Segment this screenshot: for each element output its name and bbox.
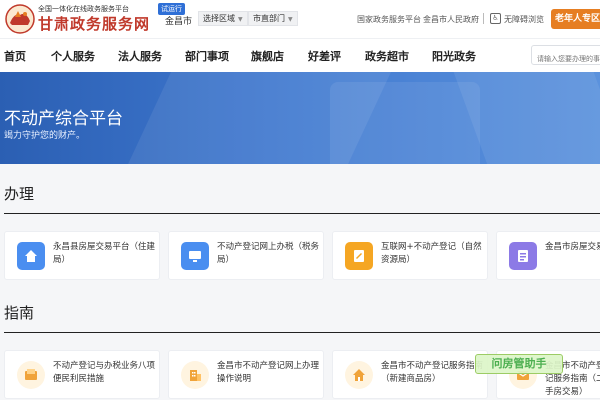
service-card-label: 金昌市房屋交易平台 [545, 242, 600, 252]
monitor-icon [181, 242, 209, 270]
guide-card[interactable]: 不动产登记与办税业务八项便民利民措施 [4, 350, 160, 399]
nav-item-gov-market[interactable]: 政务超市 [365, 48, 409, 64]
service-card-label: 永昌县房屋交易平台（住建局） [53, 242, 156, 265]
header-divider [483, 13, 484, 24]
national-platform-link[interactable]: 国家政务服务平台 [357, 14, 421, 25]
section-divider [4, 213, 600, 214]
nav-item-flagship[interactable]: 旗舰店 [251, 48, 284, 64]
service-card-label: 不动产登记网上办税（税务局） [217, 242, 320, 265]
section-title-guide: 指南 [4, 304, 35, 322]
service-card-label: 互联网+不动产登记（自然资源局） [381, 242, 482, 265]
pen-doc-icon [345, 242, 373, 270]
nav-item-evaluation[interactable]: 好差评 [308, 48, 341, 64]
guide-card-label: 金昌市不动产登记网上办理操作说明 [217, 361, 320, 384]
chevron-down-icon: ▼ [238, 16, 243, 23]
accessibility-icon[interactable]: ♿ [490, 13, 501, 24]
guide-card[interactable]: 金昌市不动产登记服务指南（新建商品房） [332, 350, 488, 399]
department-select[interactable]: 市直部门 ▼ [248, 11, 298, 26]
region-select[interactable]: 选择区域 ▼ [198, 11, 248, 26]
region-select-label: 选择区域 [203, 14, 235, 23]
section-title-handle: 办理 [4, 185, 35, 203]
banner-title: 不动产综合平台 [4, 109, 123, 129]
watermark: 问房管助手 [475, 354, 563, 374]
city-government-link[interactable]: 金昌市人民政府 [423, 14, 479, 25]
guide-card[interactable]: 金昌市不动产登记网上办理操作说明 [168, 350, 324, 399]
banner-decor [330, 82, 480, 164]
list-doc-icon [509, 242, 537, 270]
search-box[interactable] [531, 45, 600, 68]
search-input[interactable] [532, 50, 600, 68]
current-city: 金昌市 [165, 17, 193, 27]
accessibility-link[interactable]: 无障碍浏览 [504, 14, 544, 25]
hero-banner: 不动产综合平台 竭力守护您的财产。 [0, 72, 600, 164]
building-icon [181, 361, 209, 389]
nav-item-corporate[interactable]: 法人服务 [118, 48, 162, 64]
banner-subtitle: 竭力守护您的财产。 [4, 131, 86, 141]
main-nav: 首页 个人服务 法人服务 部门事项 旗舰店 好差评 政务超市 阳光政务 [0, 38, 600, 72]
chevron-down-icon: ▼ [288, 16, 293, 23]
elder-zone-button[interactable]: 老年人专区 [551, 9, 600, 29]
section-divider [4, 332, 600, 333]
home-icon [17, 242, 45, 270]
nav-item-home[interactable]: 首页 [4, 48, 26, 64]
service-card[interactable]: 永昌县房屋交易平台（住建局） [4, 231, 160, 280]
service-card[interactable]: 不动产登记网上办税（税务局） [168, 231, 324, 280]
service-card[interactable]: 金昌市房屋交易平台 [496, 231, 600, 280]
site-logo-icon[interactable] [4, 3, 36, 35]
guide-card-label: 金昌市不动产登记服务指南（新建商品房） [381, 361, 484, 384]
nav-item-sunshine[interactable]: 阳光政务 [432, 48, 476, 64]
guide-card-label: 不动产登记与办税业务八项便民利民措施 [53, 361, 156, 384]
department-select-label: 市直部门 [253, 14, 285, 23]
site-name[interactable]: 甘肃政务服务网 [38, 13, 150, 34]
nav-item-department[interactable]: 部门事项 [185, 48, 229, 64]
nav-item-personal[interactable]: 个人服务 [51, 48, 95, 64]
inbox-icon [17, 361, 45, 389]
house-icon [345, 361, 373, 389]
top-header: 全国一体化在线政务服务平台 甘肃政务服务网 试运行 金昌市 选择区域 ▼ 市直部门… [0, 0, 600, 38]
service-card[interactable]: 互联网+不动产登记（自然资源局） [332, 231, 488, 280]
